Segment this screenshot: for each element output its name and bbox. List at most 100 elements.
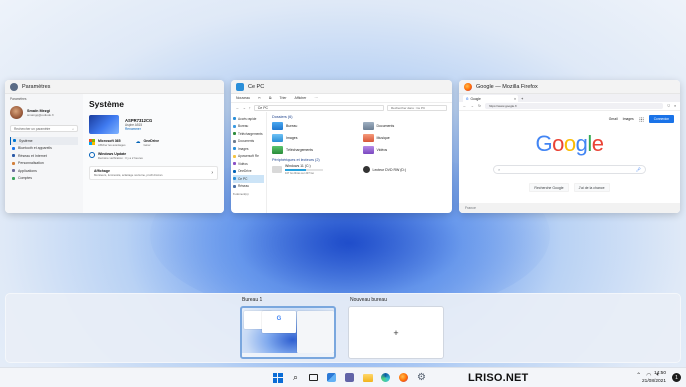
- sidebar-item-images[interactable]: Images: [233, 145, 264, 153]
- user-profile: Smaïn Mezgi smaingq@outlook.fr: [10, 106, 78, 119]
- url-bar[interactable]: https://www.google.fr: [484, 103, 664, 109]
- folder-telechargements[interactable]: Téléchargements: [272, 145, 357, 154]
- chevron-up-icon[interactable]: ⌃: [636, 372, 641, 379]
- avatar: [10, 106, 23, 119]
- copy-icon[interactable]: ⧉: [269, 96, 272, 100]
- explorer-search-input[interactable]: Rechercher dans : Ce PC: [387, 104, 447, 111]
- folder-videos[interactable]: Vidéos: [362, 145, 448, 154]
- notification-badge[interactable]: 1: [672, 373, 681, 382]
- drive-d-name: Lecteur DVD RW (D:): [372, 167, 407, 172]
- menu-icon[interactable]: ≡: [674, 104, 676, 108]
- taskbar-apps: ⌕ ⚙: [271, 371, 428, 384]
- reload-icon[interactable]: ↻: [478, 104, 481, 108]
- settings-button[interactable]: ⚙: [415, 371, 428, 384]
- more-icon[interactable]: ⋯: [314, 96, 318, 100]
- task-view-button[interactable]: [307, 371, 320, 384]
- sidebar-item-documents[interactable]: Documents: [233, 138, 264, 146]
- new-tab-icon[interactable]: +: [521, 96, 523, 101]
- navigation-bar: ← → ↻ https://www.google.fr ⛉ ≡: [459, 102, 680, 111]
- nav-item-apps[interactable]: Applications: [10, 167, 78, 175]
- nav-item-personalization[interactable]: Personnalisation: [10, 160, 78, 168]
- star-icon: [233, 117, 236, 121]
- logo-letter-g2: g: [575, 131, 588, 156]
- desktop-1-thumbnail[interactable]: G: [240, 306, 336, 359]
- view-button[interactable]: Afficher: [295, 96, 307, 100]
- onedrive-tile[interactable]: ☁ OneDrive Gérer: [135, 139, 159, 147]
- sidebar-item-quick-access[interactable]: Accès rapide: [233, 115, 264, 123]
- folder-musique[interactable]: Musique: [362, 133, 448, 142]
- sort-button[interactable]: Trier: [279, 96, 286, 100]
- folder-bureau[interactable]: Bureau: [272, 121, 357, 130]
- taskbar-search-button[interactable]: ⌕: [289, 371, 302, 384]
- firefox-icon: [464, 82, 472, 91]
- feeling-lucky-button[interactable]: J'ai de la chance: [573, 183, 610, 192]
- back-arrow-icon[interactable]: ←: [236, 106, 240, 110]
- apps-icon: [12, 169, 15, 173]
- microsoft365-tile[interactable]: Microsoft 365 Afficher les avantages: [89, 139, 125, 147]
- teams-chat-button[interactable]: [343, 371, 356, 384]
- up-arrow-icon[interactable]: ↑: [249, 106, 251, 110]
- search-icon: ⌕: [72, 126, 74, 131]
- display-settings-card[interactable]: Affichage Moniteurs, luminosité, éclaira…: [89, 166, 218, 180]
- file-explorer-button[interactable]: [361, 371, 374, 384]
- back-arrow-icon[interactable]: ←: [463, 104, 467, 108]
- apps-grid-icon[interactable]: [638, 116, 644, 122]
- settings-search-input[interactable]: Rechercher un paramètre ⌕: [10, 125, 78, 132]
- folders-group-header[interactable]: Dossiers (6): [272, 115, 447, 119]
- forward-arrow-icon[interactable]: →: [243, 106, 247, 110]
- start-button[interactable]: [271, 371, 284, 384]
- dvd-drive-icon: [362, 166, 370, 173]
- logo-letter-o2: o: [563, 131, 576, 156]
- nav-item-network[interactable]: Réseau et Internet: [10, 152, 78, 160]
- back-label[interactable]: Paramètres: [10, 97, 78, 101]
- cloud-icon: [233, 169, 236, 173]
- images-link[interactable]: Images: [623, 117, 634, 121]
- drives-group-header[interactable]: Périphériques et lecteurs (2): [272, 158, 447, 162]
- address-bar[interactable]: Ce PC: [253, 104, 384, 111]
- new-button[interactable]: Nouveau: [236, 96, 250, 100]
- settings-window-thumbnail[interactable]: Paramètres Paramètres Smaïn Mezgi smaing…: [5, 80, 224, 213]
- drive-d[interactable]: Lecteur DVD RW (D:): [362, 164, 448, 175]
- drive-c-free: 107 Go libres sur 237 Go: [285, 172, 314, 175]
- cut-icon[interactable]: ✂: [258, 96, 261, 100]
- widgets-button[interactable]: [325, 371, 338, 384]
- sidebar-item-this-pc[interactable]: Ce PC: [233, 175, 264, 183]
- tab-google[interactable]: G Google ×: [463, 95, 518, 102]
- firefox-button[interactable]: [397, 371, 410, 384]
- shield-icon[interactable]: ⛉: [667, 104, 670, 108]
- sidebar-item-videos[interactable]: Vidéos: [233, 160, 264, 168]
- rename-link[interactable]: Renommer: [125, 127, 152, 131]
- folder-images[interactable]: Images: [272, 133, 357, 142]
- google-top-bar: Gmail Images Connexion: [609, 115, 674, 123]
- sidebar-item-apowersoft[interactable]: Apowersoft Re: [233, 153, 264, 161]
- google-search-input[interactable]: ⌕ 🎤︎: [493, 165, 646, 174]
- widgets-icon: [327, 373, 336, 382]
- sidebar-item-desktop[interactable]: Bureau: [233, 123, 264, 131]
- video-icon: [233, 162, 236, 166]
- new-desktop-button[interactable]: +: [348, 306, 444, 359]
- folder-documents[interactable]: Documents: [362, 121, 448, 130]
- windows-update-tile[interactable]: Windows Update Dernière vérification : Il…: [89, 152, 218, 160]
- nav-item-bluetooth[interactable]: Bluetooth et appareils: [10, 145, 78, 153]
- google-search-button[interactable]: Recherche Google: [529, 183, 569, 192]
- drive-c[interactable]: Windows 11 (C:) 107 Go libres sur 237 Go: [272, 164, 357, 175]
- window-title: Google — Mozilla Firefox: [476, 83, 538, 90]
- sidebar-item-downloads[interactable]: Téléchargements: [233, 130, 264, 138]
- forward-arrow-icon[interactable]: →: [471, 104, 475, 108]
- search-icon: ⌕: [292, 372, 299, 382]
- nav-item-systeme[interactable]: Système: [10, 137, 78, 145]
- firefox-icon: [399, 373, 408, 382]
- drive-c-name: Windows 11 (C:): [285, 164, 311, 168]
- explorer-window-thumbnail[interactable]: Ce PC Nouveau ✂ ⧉ Trier Afficher ⋯ ← → ↑…: [231, 80, 452, 213]
- close-icon[interactable]: ×: [514, 97, 516, 101]
- gmail-link[interactable]: Gmail: [609, 117, 618, 121]
- sidebar-item-onedrive[interactable]: OneDrive: [233, 168, 264, 176]
- firefox-window-thumbnail[interactable]: Google — Mozilla Firefox G Google × + ← …: [459, 80, 680, 213]
- nav-item-accounts[interactable]: Comptes: [10, 175, 78, 183]
- sidebar-item-network[interactable]: Réseau: [233, 183, 264, 191]
- microphone-icon[interactable]: 🎤︎: [636, 167, 641, 172]
- clock[interactable]: 14:50 21/08/2021: [642, 370, 666, 385]
- network-icon: [233, 184, 236, 188]
- edge-button[interactable]: [379, 371, 392, 384]
- signin-button[interactable]: Connexion: [648, 115, 674, 123]
